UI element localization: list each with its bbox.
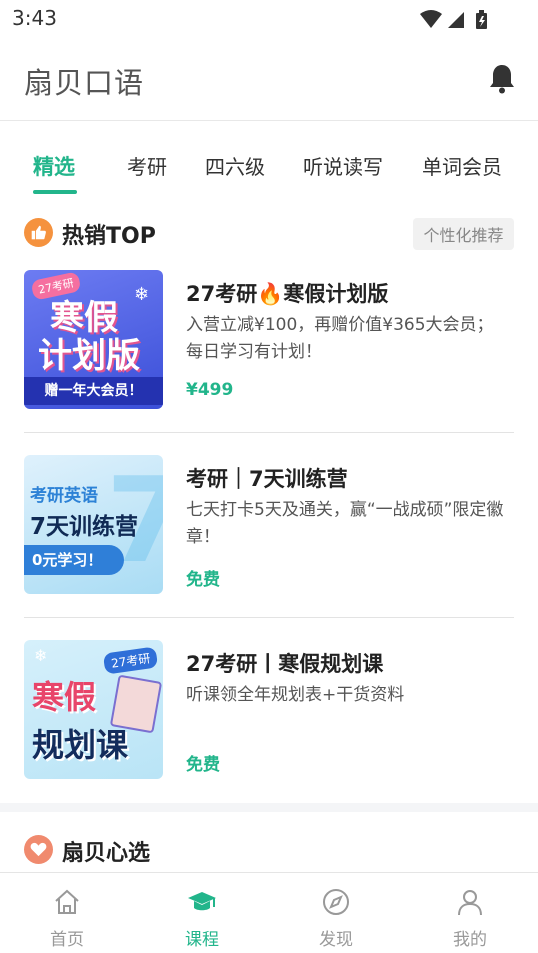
course-title: 27考研🔥寒假计划版 (186, 282, 389, 306)
tab-featured[interactable]: 精选 (33, 151, 75, 181)
bottom-nav: 首页 课程 发现 我的 (0, 872, 538, 953)
hot-section-title: 热销TOP (62, 224, 156, 249)
thumb-line1: 寒假 (32, 678, 97, 716)
thumb-line2: 7天训练营 (30, 514, 139, 540)
thumb-line2: 计划版 (38, 336, 140, 376)
person-icon (458, 890, 482, 916)
tab-vocab-member[interactable]: 单词会员 (422, 151, 502, 180)
course-card[interactable]: 27考研 寒假 计划版 ❄ 赠一年大会员！ 27考研🔥寒假计划版 入营立减¥10… (24, 270, 514, 410)
signal-icon (448, 12, 464, 28)
app-header: 扇贝口语 (0, 38, 538, 121)
course-price: ¥499 (186, 380, 234, 400)
active-tab-indicator (33, 190, 77, 194)
divider (24, 432, 514, 433)
course-title: 考研｜7天训练营 (186, 467, 348, 491)
picks-section-title: 扇贝心选 (62, 841, 151, 866)
thumbs-up-icon (24, 218, 53, 247)
status-bar: 3:43 (0, 0, 538, 38)
graduation-cap-icon (188, 892, 216, 911)
snowflake-icon: ❄ (34, 646, 48, 665)
course-thumbnail: 7 考研英语 7天训练营 0元学习！ (24, 455, 163, 594)
status-icons-svg (420, 10, 487, 29)
thumb-line2: 规划课 (32, 726, 129, 764)
heart-icon (24, 835, 53, 864)
nav-courses-label: 课程 (185, 930, 219, 950)
course-description: 入营立减¥100，再赠价值¥365大会员； 每日学习有计划！ (186, 315, 494, 362)
app-title: 扇贝口语 (24, 66, 145, 100)
course-title: 27考研丨寒假规划课 (186, 652, 384, 676)
course-card[interactable]: 7 考研英语 7天训练营 0元学习！ 考研｜7天训练营 七天打卡5天及通关，赢“… (24, 455, 514, 595)
nav-discover[interactable]: 发现 (291, 873, 381, 953)
course-badge: 27考研 (102, 646, 159, 675)
notification-bell-icon[interactable] (488, 62, 516, 98)
divider (24, 617, 514, 618)
tab-cet[interactable]: 四六级 (205, 151, 265, 180)
nav-me[interactable]: 我的 (425, 873, 515, 953)
nav-home[interactable]: 首页 (22, 873, 112, 953)
course-thumbnail: 27考研 ❄ 寒假 规划课 (24, 640, 163, 779)
status-icons (418, 8, 498, 36)
personalized-tag[interactable]: 个性化推荐 (413, 218, 514, 250)
course-description: 听课领全年规划表+干货资料 (186, 685, 405, 705)
home-icon (55, 889, 79, 914)
nav-discover-label: 发现 (319, 930, 353, 950)
thumb-line1: 考研英语 (30, 486, 98, 506)
thumb-footer: 赠一年大会员！ (24, 377, 163, 405)
course-description: 七天打卡5天及通关，赢“一战成硕”限定徽章！ (186, 500, 504, 547)
nav-courses[interactable]: 课程 (157, 873, 247, 953)
category-tabs: 精选 考研 四六级 听说读写 单词会员 (0, 121, 538, 199)
compass-icon (323, 889, 349, 915)
status-time: 3:43 (12, 6, 57, 30)
tab-skills[interactable]: 听说读写 (303, 151, 383, 180)
course-thumbnail: 27考研 寒假 计划版 ❄ 赠一年大会员！ (24, 270, 163, 409)
thumb-footer: 0元学习！ (24, 545, 124, 575)
nav-me-label: 我的 (453, 930, 487, 950)
snowflake-icon: ❄ (134, 284, 150, 305)
course-price: 免费 (186, 755, 220, 775)
course-card[interactable]: 27考研 ❄ 寒假 规划课 27考研丨寒假规划课 听课领全年规划表+干货资料 免… (24, 640, 514, 780)
section-gap (0, 803, 538, 812)
nav-home-label: 首页 (50, 930, 84, 950)
course-price: 免费 (186, 570, 220, 590)
wifi-icon (420, 10, 442, 28)
tab-kaoyan[interactable]: 考研 (127, 151, 167, 180)
